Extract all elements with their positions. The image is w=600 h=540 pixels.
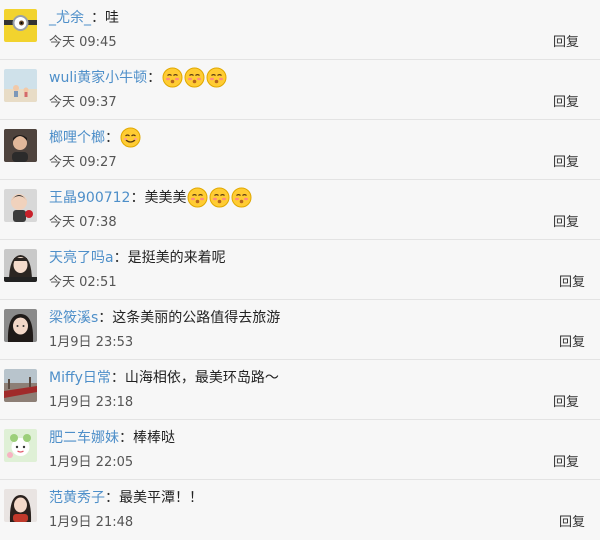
commenter-name[interactable]: _尤余_	[49, 7, 91, 27]
comment-text: 是挺美的来着呢	[127, 250, 226, 266]
reply-button[interactable]: 回复	[553, 151, 579, 170]
girl-photo-avatar[interactable]	[4, 249, 37, 282]
comment-item: _尤余_ ： 哇 今天 09:45 回复	[0, 0, 600, 60]
comment-item: wuli黄家小牛顿 ： 今天 09:37 回复	[0, 60, 600, 120]
child-photo-avatar[interactable]	[4, 189, 37, 222]
name-separator: ：	[105, 130, 119, 146]
girl-photo-avatar[interactable]	[4, 309, 37, 342]
smiling-face-emoji	[120, 127, 141, 148]
name-separator: ：	[98, 310, 113, 326]
commenter-name[interactable]: 梁筱溪s	[49, 307, 98, 327]
comment-text: 山海相依，最美环岛路～	[124, 370, 279, 386]
name-separator: ：	[119, 430, 133, 446]
commenter-name[interactable]: 范黄秀子	[49, 487, 105, 507]
reply-button[interactable]: 回复	[553, 451, 579, 470]
commenter-name[interactable]: 王晶900712	[49, 187, 130, 207]
blushing-face-emoji	[206, 67, 227, 88]
comment-item: Miffy日常 ： 山海相依，最美环岛路～ 1月9日 23:18 回复	[0, 360, 600, 420]
comment-item: 梁筱溪s ： 这条美丽的公路值得去旅游 1月9日 23:53 回复	[0, 300, 600, 360]
comment-time: 今天 09:27	[49, 155, 117, 170]
blushing-face-emoji	[162, 67, 183, 88]
comment-item: 榔哩个榔 ： 今天 09:27 回复	[0, 120, 600, 180]
comment-item: 肥二车娜妹 ： 棒棒哒 1月9日 22:05 回复	[0, 420, 600, 480]
name-separator: ：	[147, 70, 162, 86]
comment-time: 1月9日 22:05	[49, 455, 134, 470]
name-separator: ：	[130, 190, 145, 206]
reply-button[interactable]: 回复	[559, 271, 585, 290]
comment-item: 范黄秀子 ： 最美平潭！！ 1月9日 21:48 回复	[0, 480, 600, 540]
comment-item: 天亮了吗a ： 是挺美的来着呢 今天 02:51 回复	[0, 240, 600, 300]
comment-time: 今天 09:37	[49, 95, 117, 110]
blushing-face-emoji	[187, 187, 208, 208]
comment-list: _尤余_ ： 哇 今天 09:45 回复 wuli黄家小牛顿 ： 今天 09:3…	[0, 0, 600, 539]
name-separator: ：	[91, 10, 105, 26]
blushing-face-emoji	[209, 187, 230, 208]
comment-time: 1月9日 23:18	[49, 395, 134, 410]
reply-button[interactable]: 回复	[553, 91, 579, 110]
comment-text: 棒棒哒	[133, 430, 175, 446]
comment-time: 今天 09:45	[49, 35, 117, 50]
comment-text: 这条美丽的公路值得去旅游	[112, 310, 281, 326]
reply-button[interactable]: 回复	[559, 511, 585, 530]
person-photo-avatar[interactable]	[4, 129, 37, 162]
blushing-face-emoji	[184, 67, 205, 88]
comment-time: 今天 07:38	[49, 215, 117, 230]
comment-item: 王晶900712 ： 美美美 今天 07:38 回复	[0, 180, 600, 240]
comment-text: 美美美	[144, 190, 187, 206]
name-separator: ：	[110, 370, 125, 386]
commenter-name[interactable]: 天亮了吗a	[49, 247, 114, 267]
comment-text: 最美平潭！！	[119, 490, 203, 506]
cartoon-avatar[interactable]	[4, 429, 37, 462]
reply-button[interactable]: 回复	[553, 211, 579, 230]
blushing-face-emoji	[231, 187, 252, 208]
commenter-name[interactable]: 榔哩个榔	[49, 127, 105, 147]
comment-time: 1月9日 23:53	[49, 335, 134, 350]
reply-button[interactable]: 回复	[553, 391, 579, 410]
comment-text: 哇	[105, 10, 119, 26]
commenter-name[interactable]: wuli黄家小牛顿	[49, 67, 147, 87]
minion-avatar[interactable]	[4, 9, 37, 42]
commenter-name[interactable]: 肥二车娜妹	[49, 427, 119, 447]
woman-photo-avatar[interactable]	[4, 489, 37, 522]
comment-time: 1月9日 21:48	[49, 515, 134, 530]
name-separator: ：	[113, 250, 128, 266]
road-scene-avatar[interactable]	[4, 369, 37, 402]
name-separator: ：	[105, 490, 119, 506]
reply-button[interactable]: 回复	[553, 31, 579, 50]
comment-time: 今天 02:51	[49, 275, 117, 290]
beach-scene-avatar[interactable]	[4, 69, 37, 102]
commenter-name[interactable]: Miffy日常	[49, 367, 111, 387]
reply-button[interactable]: 回复	[559, 331, 585, 350]
